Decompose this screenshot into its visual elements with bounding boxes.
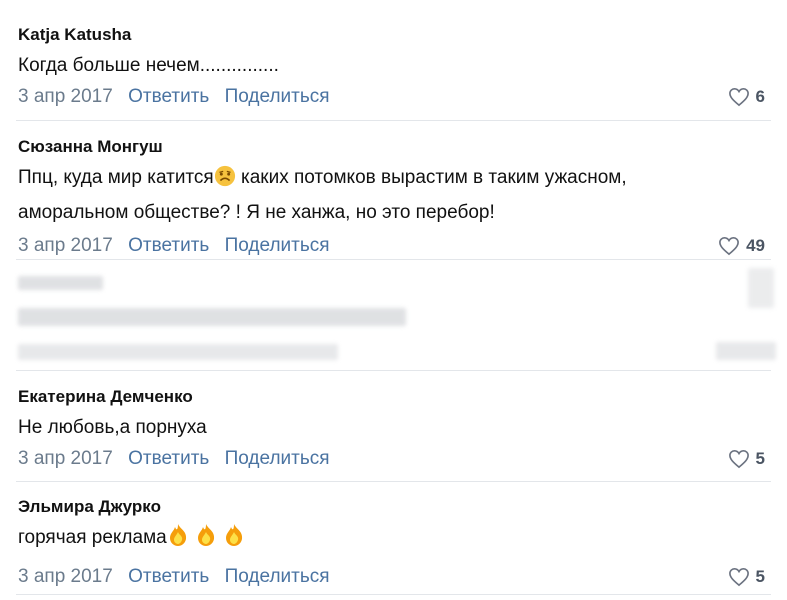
like-count: 5 (755, 567, 765, 586)
comment-meta: 3 апр 2017 Ответить Поделиться 6 (18, 85, 775, 109)
like-count: 6 (755, 87, 765, 106)
comment-date[interactable]: 3 апр 2017 (18, 235, 113, 256)
reply-button[interactable]: Ответить (128, 235, 209, 256)
like-button[interactable]: 49 (718, 234, 775, 258)
fire-icon (169, 524, 186, 546)
comment-meta: 3 апр 2017 Ответить Поделиться 5 (18, 447, 775, 471)
comment-author[interactable]: Katja Katusha (18, 24, 775, 46)
comment-author[interactable]: Екатерина Демченко (18, 386, 775, 408)
reply-button[interactable]: Ответить (128, 448, 209, 469)
blurred-side (748, 268, 774, 308)
like-button[interactable]: 5 (728, 565, 775, 589)
blurred-like (716, 342, 776, 360)
fire-emoji (223, 523, 245, 557)
reply-button[interactable]: Ответить (128, 86, 209, 107)
share-button[interactable]: Поделиться (225, 86, 330, 107)
blurred-text (18, 308, 406, 326)
heart-outline-icon (728, 567, 749, 587)
like-button[interactable]: 5 (728, 447, 775, 471)
comment-meta: 3 апр 2017 Ответить Поделиться 49 (18, 234, 775, 258)
divider (16, 481, 771, 482)
comment-text-part: горячая реклама (18, 527, 167, 548)
comment: Сюзанна Монгуш Ппц, куда мир катится как… (18, 136, 775, 258)
blurred-meta (18, 344, 338, 360)
divider (16, 370, 771, 371)
fire-emoji (167, 523, 189, 557)
comment-text-line-1: Ппц, куда мир катится каких потомков выр… (18, 162, 775, 197)
comment-date[interactable]: 3 апр 2017 (18, 566, 113, 587)
comments-feed: Katja Katusha Когда больше нечем........… (0, 0, 787, 600)
like-count: 49 (746, 236, 765, 255)
comment-author[interactable]: Сюзанна Монгуш (18, 136, 775, 158)
divider (16, 120, 771, 121)
divider (16, 594, 771, 595)
share-button[interactable]: Поделиться (225, 566, 330, 587)
fire-icon (225, 524, 242, 546)
like-count: 5 (755, 449, 765, 468)
fire-emoji (195, 523, 217, 557)
fire-icon (197, 524, 214, 546)
blurred-author (18, 276, 103, 290)
comment-date[interactable]: 3 апр 2017 (18, 86, 113, 107)
comment: Эльмира Джурко горячая реклама 3 апр 201… (18, 496, 775, 589)
comment-text-part-b: каких потомков вырастим в таким ужасном, (235, 167, 627, 188)
comment-text: горячая реклама (18, 522, 775, 557)
share-button[interactable]: Поделиться (225, 235, 330, 256)
comment-text: Не любовь,а порнуха (18, 417, 207, 438)
comment: Katja Katusha Когда больше нечем........… (18, 24, 775, 109)
comment-date[interactable]: 3 апр 2017 (18, 448, 113, 469)
heart-outline-icon (719, 236, 739, 256)
comment-text-part-a: Ппц, куда мир катится (18, 167, 214, 188)
share-button[interactable]: Поделиться (225, 448, 330, 469)
like-button[interactable]: 6 (728, 85, 775, 109)
heart-outline-icon (728, 449, 749, 469)
comment-text: Когда больше нечем............... (18, 55, 279, 76)
comment-meta: 3 апр 2017 Ответить Поделиться 5 (18, 565, 775, 589)
reply-button[interactable]: Ответить (128, 566, 209, 587)
comment-author[interactable]: Эльмира Джурко (18, 496, 775, 518)
comment-text-line-2: аморальном обществе? ! Я не ханжа, но эт… (18, 202, 495, 223)
sad-face-icon (214, 165, 235, 187)
heart-outline-icon (728, 87, 749, 107)
comment: Екатерина Демченко Не любовь,а порнуха 3… (18, 386, 775, 471)
blurred-comment (0, 260, 787, 370)
sad-face-emoji (214, 165, 236, 197)
